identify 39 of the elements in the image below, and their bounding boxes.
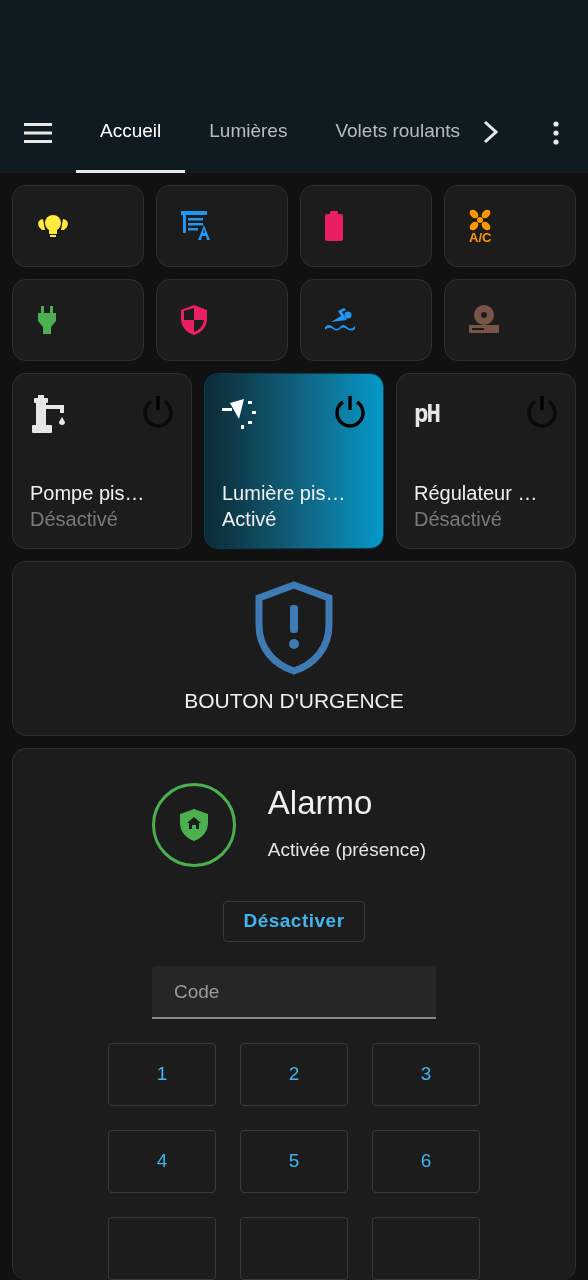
keypad-button[interactable]: 2: [240, 1043, 348, 1106]
device-name: Lumière pis…: [222, 481, 347, 506]
switch-card[interactable]: Pompe pis… Désactivé: [12, 373, 192, 549]
shortcut-tile[interactable]: [12, 185, 144, 267]
tab[interactable]: Lumières: [185, 93, 312, 173]
shortcut-tile[interactable]: [156, 185, 288, 267]
alert-shield-icon: [255, 580, 333, 675]
alarm-status: Activée (présence): [267, 837, 427, 862]
disarm-button[interactable]: Désactiver: [223, 901, 365, 943]
power-icon[interactable]: [334, 394, 366, 428]
keypad-button[interactable]: 3: [372, 1043, 480, 1106]
switch-card[interactable]: pH Régulateur … Désactivé: [396, 373, 576, 549]
keypad-button[interactable]: 6: [372, 1130, 480, 1193]
device-name: Régulateur …: [414, 481, 539, 506]
switch-card[interactable]: Lumière pis… Activé: [204, 373, 384, 549]
shortcut-tile[interactable]: [444, 279, 576, 361]
shortcut-tile[interactable]: [300, 279, 432, 361]
shortcut-tile[interactable]: [156, 279, 288, 361]
tab[interactable]: Accueil: [76, 93, 186, 173]
keypad-button[interactable]: 4: [108, 1130, 216, 1193]
home-shield-icon: [179, 809, 208, 841]
shortcut-tile[interactable]: [12, 279, 144, 361]
shortcut-tile[interactable]: A/C: [444, 185, 576, 267]
shortcut-tile[interactable]: [300, 185, 432, 267]
device-state: Activé: [222, 507, 278, 532]
ph-icon: pH: [414, 402, 439, 426]
keypad-button[interactable]: 1: [108, 1043, 216, 1106]
emergency-button[interactable]: BOUTON D'URGENCE: [12, 561, 576, 736]
menu-icon[interactable]: [24, 123, 52, 143]
device-state: Désactivé: [414, 507, 503, 532]
device-name: Pompe pis…: [30, 481, 146, 506]
code-field[interactable]: Code: [152, 966, 436, 1019]
more-options-icon[interactable]: [553, 121, 559, 145]
ac-label: A/C: [469, 230, 492, 244]
device-state: Désactivé: [30, 507, 119, 532]
alarm-title: Alarmo: [267, 783, 374, 822]
tab[interactable]: Volets roulants: [311, 93, 485, 173]
chevron-right-icon[interactable]: [482, 119, 500, 145]
keypad-button[interactable]: 5: [240, 1130, 348, 1193]
